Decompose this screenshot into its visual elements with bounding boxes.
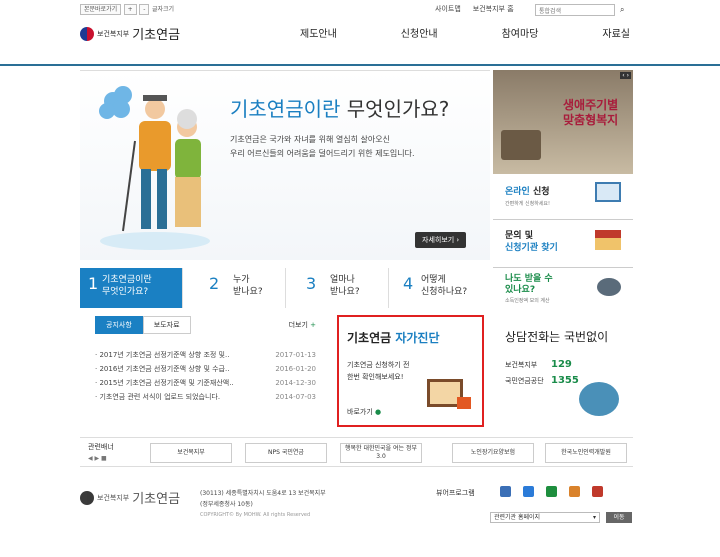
calendar-icon bbox=[457, 397, 471, 409]
list-item[interactable]: · 2017년 기초연금 선정기준액 상향 조정 및.. 2017-01-13 bbox=[95, 348, 330, 362]
promo-text: 생애주기별 맞춤형복지 bbox=[563, 98, 619, 127]
nav-application-guide[interactable]: 신청안내 bbox=[401, 25, 438, 40]
self-diagnosis-title: 기초연금 자가진단 bbox=[347, 331, 440, 345]
site-title: 기초연금 bbox=[132, 28, 181, 43]
list-item[interactable]: · 2015년 기초연금 선정기준액 및 기준재산액.. 2014-12-30 bbox=[95, 376, 330, 390]
detail-button[interactable]: 자세히보기 › bbox=[415, 232, 467, 248]
step-1[interactable]: 1 기초연금이란 무엇인가요? bbox=[80, 268, 183, 308]
call-numbers: 보건복지부 129 국민연금공단 1355 bbox=[505, 359, 579, 386]
step-3[interactable]: 3 얼마나 받나요? bbox=[286, 268, 389, 308]
inquiry-box[interactable]: 문의 및 신청기관 찾기 bbox=[493, 220, 633, 268]
hero-description: 기초연금은 국가와 자녀를 위해 열심히 살아오신 우리 어르신들의 어려움을 … bbox=[230, 133, 415, 161]
call-title: 상담전화는 국번없이 bbox=[505, 330, 609, 344]
ministry-logo-icon bbox=[80, 26, 94, 41]
hero-title: 기초연금이란 무엇인가요? bbox=[230, 97, 450, 121]
zoom-out-button[interactable]: - bbox=[139, 4, 150, 15]
nav-participation[interactable]: 참여마당 bbox=[502, 25, 539, 40]
steps-bar: 1 기초연금이란 무엇인가요? 2 누가 받나요? 3 얼마나 받나요? 4 어떻게 신… bbox=[80, 268, 490, 308]
related-banners: 관련배너 ◀ ▶ ■ 보건복지부 NPS 국민연금 행복한 대한민국을 여는 정… bbox=[80, 437, 633, 467]
online-apply-box[interactable]: 온라인 신청 간편하게 신청하세요! bbox=[493, 174, 633, 220]
banner-mohw[interactable]: 보건복지부 bbox=[150, 443, 232, 463]
banner-nav-icon[interactable]: ◀ ▶ ■ bbox=[88, 455, 107, 462]
side-column: ‹ › 생애주기별 맞춤형복지 온라인 신청 간편하게 신청하세요! 문의 및 신청… bbox=[493, 70, 633, 314]
hero-desc-line2: 우리 어르신들의 어려움을 덜어드리기 위한 제도입니다. bbox=[230, 149, 415, 158]
banner-kordi[interactable]: 한국노인인력개발원 bbox=[545, 443, 627, 463]
tab-press[interactable]: 보도자료 bbox=[142, 316, 191, 334]
self-diagnosis-go-button[interactable]: 바로가기 ● bbox=[347, 407, 381, 417]
accessibility-bar: 본문바로가기 + - 글자크기 bbox=[80, 4, 174, 15]
hero-desc-line1: 기초연금은 국가와 자녀를 위해 열심히 살아오신 bbox=[230, 135, 390, 144]
banner-gov30[interactable]: 행복한 대한민국을 여는 정부3.0 bbox=[340, 443, 422, 463]
zoom-in-button[interactable]: + bbox=[123, 4, 137, 15]
nav-system-guide[interactable]: 제도안내 bbox=[300, 25, 337, 40]
promo-nav-icon[interactable]: ‹ › bbox=[620, 72, 631, 79]
search-icon[interactable]: ⌕ bbox=[620, 5, 624, 15]
self-diagnosis-desc: 기초연금 신청하기 전 한번 확인해보세요! bbox=[347, 361, 410, 381]
step-4[interactable]: 4 어떻게 신청하나요? bbox=[389, 268, 492, 308]
utility-links: 사이트맵 보건복지부 홈 bbox=[435, 4, 514, 14]
footer-logo: 보건복지부 기초연금 bbox=[80, 488, 180, 507]
banner-label: 관련배너 bbox=[88, 443, 114, 451]
viewer-icons bbox=[500, 486, 607, 497]
tab-notice[interactable]: 공지사항 bbox=[95, 316, 143, 334]
more-link[interactable]: 더보기 + bbox=[289, 320, 316, 330]
list-item[interactable]: · 2016년 기초연금 선정기준액 상향 및 수급.. 2016-01-20 bbox=[95, 362, 330, 376]
radio-icon bbox=[501, 130, 541, 160]
banner-nps[interactable]: NPS 국민연금 bbox=[245, 443, 327, 463]
piggy-bank-icon bbox=[597, 278, 621, 296]
word-viewer-icon[interactable] bbox=[523, 486, 534, 497]
skip-to-content-button[interactable]: 본문바로가기 bbox=[80, 4, 122, 15]
site-logo[interactable]: 보건복지부 기초연금 bbox=[80, 24, 180, 43]
ppt-viewer-icon[interactable] bbox=[569, 486, 580, 497]
list-item[interactable]: · 기초연금 관련 서식이 업로드 되었습니다. 2014-07-03 bbox=[95, 390, 330, 404]
font-size-label: 글자크기 bbox=[151, 6, 175, 13]
viewer-label: 뷰어프로그램 bbox=[436, 489, 475, 497]
excel-viewer-icon[interactable] bbox=[546, 486, 557, 497]
hwp-viewer-icon[interactable] bbox=[500, 486, 511, 497]
related-sites-select[interactable]: 관련기관 홈페이지 ▾ bbox=[490, 512, 600, 523]
sitemap-link[interactable]: 사이트맵 bbox=[435, 4, 461, 14]
nav-resources[interactable]: 자료실 bbox=[602, 25, 630, 40]
notice-list: · 2017년 기초연금 선정기준액 상향 조정 및.. 2017-01-13 ·… bbox=[80, 348, 330, 404]
telephone-icon bbox=[579, 382, 619, 416]
step-2[interactable]: 2 누가 받나요? bbox=[183, 268, 286, 308]
search-input[interactable]: 통합검색 bbox=[535, 4, 615, 16]
ministry-name: 보건복지부 bbox=[97, 29, 130, 38]
hero-banner: 기초연금이란 무엇인가요? 기초연금은 국가와 자녀를 위해 열심히 살아오신 … bbox=[80, 70, 490, 260]
footer-address: (30113) 세종특별자치시 도움4로 13 보건복지부 (정부세종청사 10동… bbox=[200, 490, 326, 518]
self-diagnosis-box[interactable]: 기초연금 자가진단 기초연금 신청하기 전 한번 확인해보세요! 바로가기 ● bbox=[337, 315, 484, 427]
footer: 보건복지부 기초연금 (30113) 세종특별자치시 도움4로 13 보건복지부… bbox=[80, 480, 633, 550]
main-nav: 제도안내 신청안내 참여마당 자료실 bbox=[300, 25, 630, 40]
ministry-logo-icon bbox=[80, 490, 94, 505]
go-button[interactable]: 이동 bbox=[606, 512, 632, 523]
banner-ltc[interactable]: 노인장기요양보험 bbox=[452, 443, 534, 463]
header: 본문바로가기 + - 글자크기 보건복지부 기초연금 사이트맵 보건복지부 홈 … bbox=[0, 0, 720, 66]
eligibility-box[interactable]: 나도 받을 수 있나요? 소득인정액 모의 계산 bbox=[493, 268, 633, 314]
notice-panel: 공지사항 보도자료 더보기 + · 2017년 기초연금 선정기준액 상향 조정 … bbox=[80, 316, 330, 404]
mohw-home-link[interactable]: 보건복지부 홈 bbox=[473, 4, 514, 14]
house-icon bbox=[595, 230, 621, 250]
monitor-icon bbox=[595, 182, 621, 202]
elderly-couple-illustration bbox=[99, 86, 210, 250]
online-apply-sub: 간편하게 신청하세요! bbox=[505, 201, 550, 207]
call-center: 상담전화는 국번없이 보건복지부 129 국민연금공단 1355 bbox=[493, 316, 633, 416]
lifecycle-welfare-promo[interactable]: ‹ › 생애주기별 맞춤형복지 bbox=[493, 70, 633, 174]
eligibility-sub: 소득인정액 모의 계산 bbox=[505, 298, 550, 304]
pdf-viewer-icon[interactable] bbox=[592, 486, 603, 497]
